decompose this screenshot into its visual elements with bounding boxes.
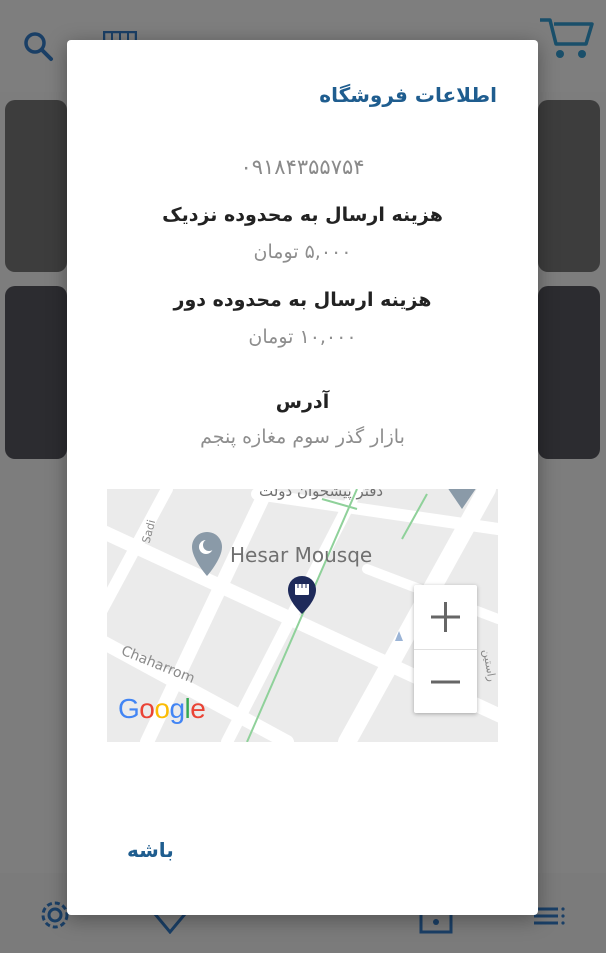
map-poi-pin-icon (445, 489, 479, 515)
map-zoom-controls (414, 585, 477, 713)
zoom-in-button[interactable] (414, 585, 477, 649)
google-logo: Google (118, 693, 206, 724)
address-value: بازار گذر سوم مغازه پنجم (200, 426, 405, 448)
ok-button[interactable]: باشه (127, 838, 174, 862)
near-shipping-label: هزینه ارسال به محدوده نزدیک (162, 204, 443, 226)
store-phone: ۰۹۱۸۴۳۵۵۷۵۴ (240, 155, 365, 179)
map-street-label-top: دفتر پیشخوان دولت (259, 489, 384, 500)
store-info-dialog: اطلاعات فروشگاه ۰۹۱۸۴۳۵۵۷۵۴ هزینه ارسال … (67, 40, 538, 915)
dialog-title: اطلاعات فروشگاه (319, 83, 497, 107)
address-label: آدرس (275, 391, 330, 413)
map-place-label: Hesar Mousqe (230, 543, 373, 567)
near-shipping-value: ۵,۰۰۰ تومان (253, 241, 352, 263)
store-location-map[interactable]: دفتر پیشخوان دولت Sadi Chaharrom راستین … (107, 489, 498, 742)
far-shipping-value: ۱۰,۰۰۰ تومان (248, 326, 357, 348)
store-marker-icon[interactable] (287, 575, 317, 619)
mosque-pin-icon[interactable] (191, 531, 223, 581)
far-shipping-label: هزینه ارسال به محدوده دور (173, 289, 432, 311)
zoom-out-button[interactable] (414, 649, 477, 714)
